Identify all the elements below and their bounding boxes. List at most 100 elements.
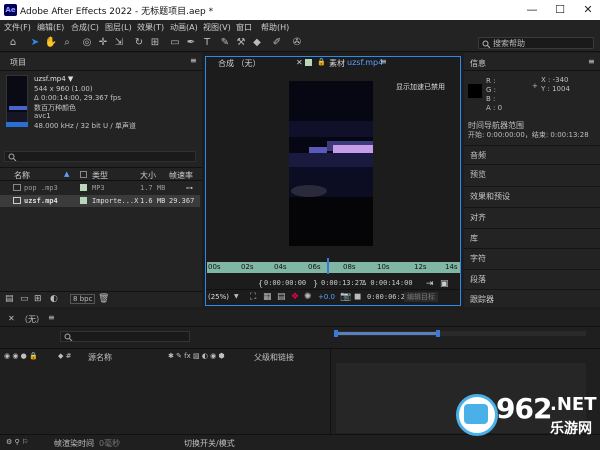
work-area-start-handle[interactable] [334,330,338,337]
current-time-display[interactable]: 0:00:06:24 [367,293,409,301]
maximize-button[interactable]: ☐ [548,2,572,18]
overlay-edit-icon[interactable]: ▣ [440,279,449,289]
orbit-tool-icon[interactable]: ◎ [80,36,94,50]
menu-window[interactable]: 窗口 [236,22,252,33]
channels-icon[interactable]: ❖ [291,292,299,302]
dolly-tool-icon[interactable]: ⇲ [112,36,126,50]
tab-footage[interactable]: 素材 [329,58,345,72]
timeline-menu-icon[interactable]: ≡ [48,313,55,322]
in-point-bracket-icon[interactable]: { [258,279,263,288]
new-folder-icon[interactable]: ▭ [20,294,29,304]
project-tab[interactable]: 项目 [10,57,26,71]
av-features-icons[interactable]: ◉ ◉ ● 🔒 [4,352,38,360]
in-point-time[interactable]: 0:00:00:00 [264,279,306,287]
label-column-icon[interactable] [80,171,87,178]
project-search-input[interactable] [4,151,196,162]
edit-original-button[interactable]: 编辑目标 [404,292,438,302]
safe-zones-icon[interactable]: ▦ [263,292,272,302]
zoom-tool-icon[interactable]: ⌕ [60,36,74,50]
toggle-switches-modes-button[interactable]: 切换开关/模式 [184,438,235,449]
exposure-value[interactable]: +0.0 [318,293,335,301]
crosshair-icon: + [532,82,538,90]
project-row-selected[interactable]: uzsf.mp4 Importe...X 1.6 MB 29.367 [0,195,200,207]
panel-effects-presets[interactable]: 效果和预设 [464,186,600,205]
column-parent-link[interactable]: 父级和链接 [254,352,294,363]
lock-icon[interactable]: 🔒 [317,58,326,66]
viewer-menu-icon[interactable]: ≡ [380,57,387,71]
tab-footage-name[interactable]: uzsf.mp4 [347,58,383,72]
label-color-swatch[interactable] [80,197,87,204]
snapshot-camera-icon[interactable]: 📷 [340,292,351,302]
menu-edit[interactable]: 编辑(E) [37,22,64,33]
panel-audio[interactable]: 音频 [464,145,600,164]
tab-composition[interactable]: 合成 （无） [218,58,261,72]
info-menu-icon[interactable]: ≡ [588,57,595,71]
fit-frame-icon[interactable]: ⛶ [250,292,256,302]
trash-icon[interactable]: 🗑 [98,294,109,304]
help-search-input[interactable]: 搜索帮助 [478,37,594,49]
sort-ascending-icon[interactable]: ▲ [64,170,69,178]
show-snapshot-icon[interactable]: ◼ [354,292,361,302]
minimize-button[interactable]: — [520,2,544,18]
grid-icon[interactable]: ▤ [277,292,286,302]
toggle-icons[interactable]: ⚙ ⚲ ⚐ [6,438,28,446]
panel-libraries[interactable]: 库 [464,228,600,247]
magnification-dropdown[interactable]: (25%) [208,293,229,301]
home-icon[interactable]: ⌂ [6,36,20,50]
menu-layer[interactable]: 图层(L) [105,22,132,33]
hand-tool-icon[interactable]: ✋ [44,36,58,50]
close-tab-icon[interactable]: ✕ [296,58,303,67]
out-point-bracket-icon[interactable]: } [313,279,318,288]
color-settings-icon[interactable]: ◐ [50,294,58,304]
pan-tool-icon[interactable]: ✛ [96,36,110,50]
pen-tool-icon[interactable]: ✒ [184,36,198,50]
puppet-pin-tool-icon[interactable]: ✇ [290,36,304,50]
item-name: uzsf.mp4 [24,197,58,205]
panel-character[interactable]: 字符 [464,248,600,267]
layer-search-input[interactable] [60,331,190,342]
panel-align[interactable]: 对齐 [464,207,600,226]
menu-effect[interactable]: 效果(T) [137,22,164,33]
brush-tool-icon[interactable]: ✎ [218,36,232,50]
close-tab-icon[interactable]: ✕ [8,314,15,323]
panel-tracker[interactable]: 跟踪器 [464,289,600,308]
close-button[interactable]: ✕ [576,2,600,18]
interpret-footage-icon[interactable]: ▤ [5,294,14,304]
ripple-insert-icon[interactable]: ⇥ [426,279,434,289]
bit-depth-button[interactable]: 8 bpc [70,294,96,304]
ruler-tick-label: 14s [445,263,458,271]
timeline-tab[interactable]: （无） [20,314,44,325]
out-point-time[interactable]: 0:00:13:27 [321,279,363,287]
eraser-tool-icon[interactable]: ◆ [250,36,264,50]
rotate-tool-icon[interactable]: ↻ [132,36,146,50]
anchor-tool-icon[interactable]: ⊞ [148,36,162,50]
menu-view[interactable]: 视图(V) [203,22,231,33]
new-composition-icon[interactable]: ⊞ [34,294,42,304]
roto-brush-tool-icon[interactable]: ✐ [270,36,284,50]
menu-help[interactable]: 帮助(H) [261,22,289,33]
selection-tool-icon[interactable]: ➤ [28,36,42,50]
menu-composition[interactable]: 合成(C) [71,22,99,33]
selected-footage-name[interactable]: uzsf.mp4 ▼ [34,75,73,83]
panel-paragraph[interactable]: 段落 [464,269,600,288]
label-color-swatch[interactable] [80,184,87,191]
panel-preview[interactable]: 预览 [464,164,600,183]
current-time-indicator[interactable] [327,258,329,274]
chevron-down-icon[interactable]: ▼ [234,293,239,300]
project-row[interactable]: pop .mp3 MP3 1.7 MB ⊶ [0,182,200,194]
rectangle-tool-icon[interactable]: ▭ [168,36,182,50]
column-source-name[interactable]: 源名称 [88,352,112,363]
work-area-end-handle[interactable] [436,330,440,337]
work-area-range[interactable] [338,332,438,335]
menu-animation[interactable]: 动画(A) [170,22,198,33]
menu-file[interactable]: 文件(F) [4,22,31,33]
switches-icons[interactable]: ✱ ✎ fx ▨ ◐ ◉ ⬢ [168,352,225,360]
time-ruler[interactable]: 00s 02s 04s 06s 08s 10s 12s 14s [207,262,460,273]
label-column-icon[interactable]: ◆ # [58,352,71,360]
type-tool-icon[interactable]: T [200,36,214,50]
clone-stamp-tool-icon[interactable]: ⚒ [234,36,248,50]
exposure-icon[interactable]: ✺ [304,292,312,302]
divider [330,349,331,435]
item-size: 1.7 MB [140,184,166,192]
project-menu-icon[interactable]: ≡ [190,56,197,70]
